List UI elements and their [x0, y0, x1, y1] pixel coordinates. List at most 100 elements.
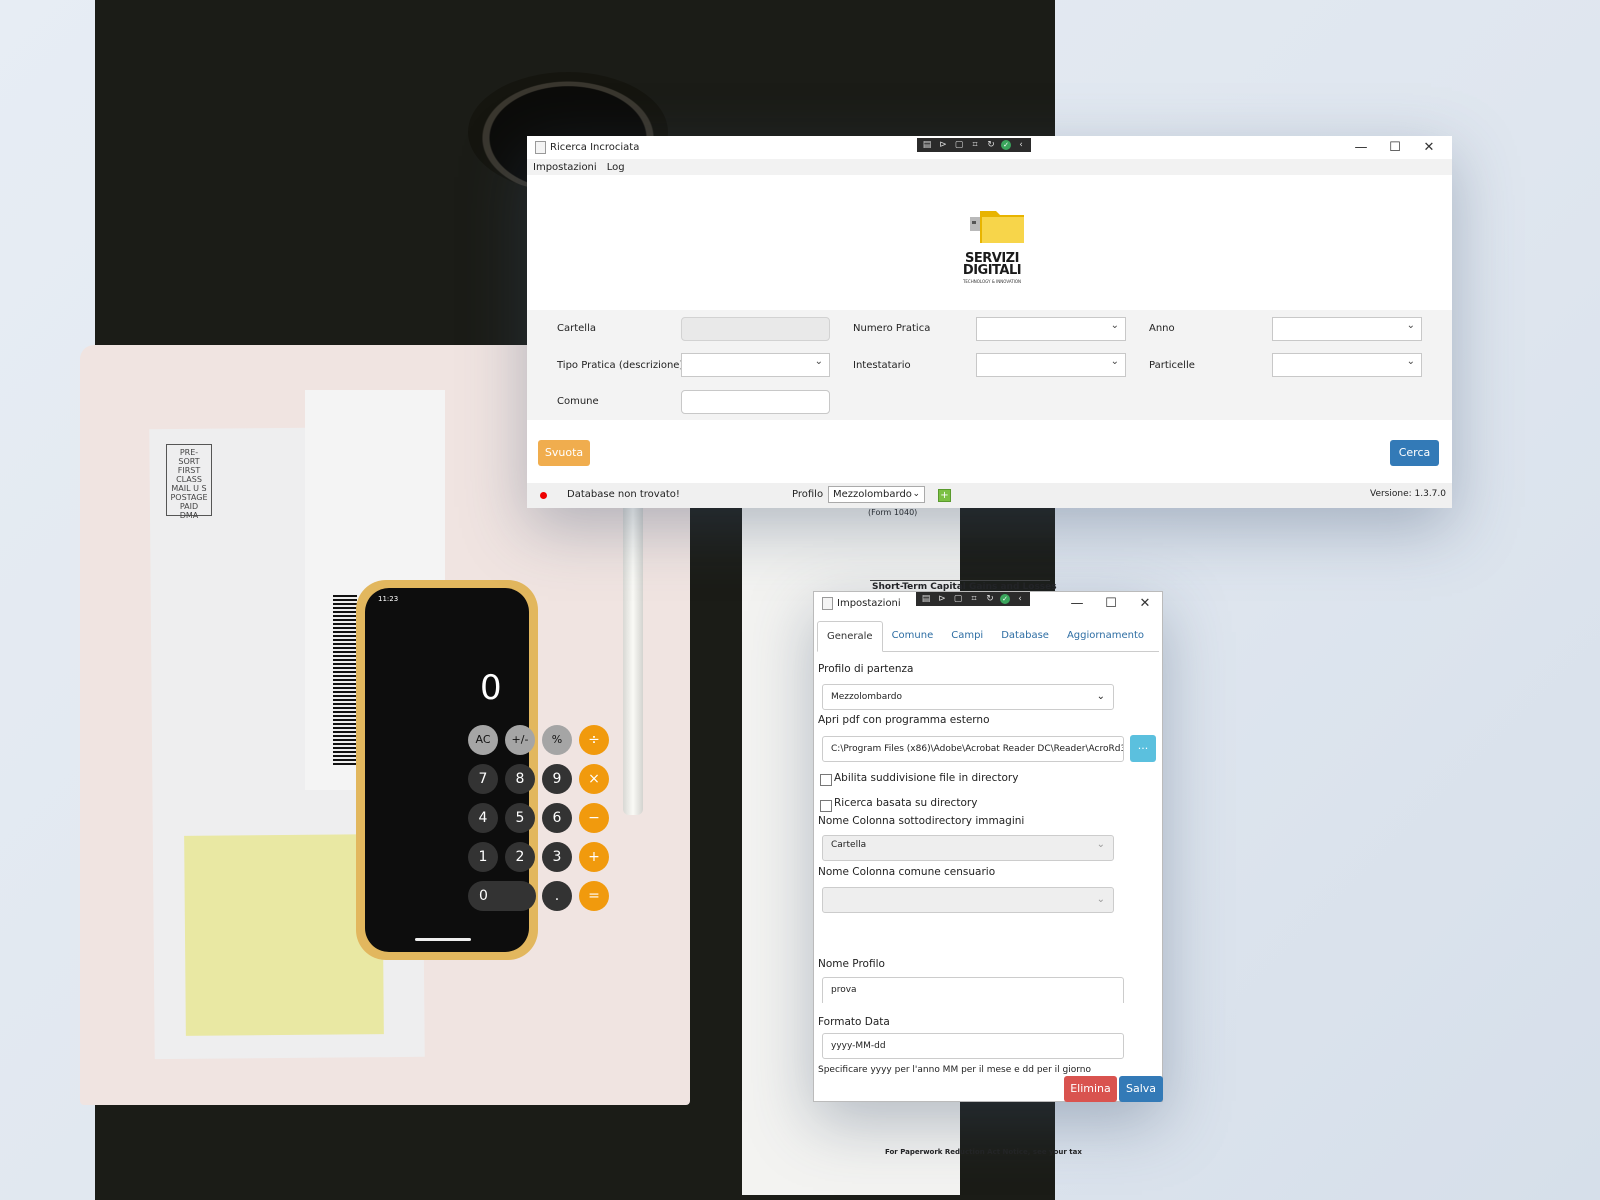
- checkbox-suddivisione[interactable]: [820, 774, 832, 786]
- tool-crop-icon[interactable]: ⌗: [968, 594, 980, 604]
- calculator-key: +: [579, 842, 609, 872]
- label-numero-pratica: Numero Pratica: [853, 323, 931, 334]
- label-cartella: Cartella: [557, 323, 596, 334]
- elimina-button[interactable]: Elimina: [1064, 1076, 1117, 1102]
- comune-input[interactable]: [681, 390, 830, 414]
- tab-comune[interactable]: Comune: [883, 621, 943, 651]
- formato-data-input[interactable]: yyyy-MM-dd: [822, 1033, 1124, 1059]
- search-form: Cartella Numero Pratica Anno Tipo Pratic…: [527, 310, 1452, 420]
- pdf-path-input[interactable]: C:\Program Files (x86)\Adobe\Acrobat Rea…: [822, 736, 1124, 762]
- chevron-down-icon: ⌄: [1096, 894, 1105, 905]
- overlay-toolbar: ▤ ⊳ ▢ ⌗ ↻ ✓ ‹: [917, 138, 1031, 152]
- label-comune-censuario: Nome Colonna comune censuario: [818, 866, 996, 878]
- calculator-key: .: [542, 881, 572, 911]
- calculator-key: ×: [579, 764, 609, 794]
- tool-check-icon[interactable]: ✓: [1000, 594, 1010, 604]
- menu-bar: Impostazioni Log: [527, 159, 1452, 175]
- close-button[interactable]: ✕: [1412, 136, 1446, 159]
- tool-collapse-icon[interactable]: ‹: [1015, 140, 1027, 150]
- settings-overlay-toolbar: ▤ ⊳ ▢ ⌗ ↻ ✓ ‹: [916, 592, 1030, 606]
- tool-pointer-icon[interactable]: ⊳: [937, 140, 949, 150]
- label-apri-pdf: Apri pdf con programma esterno: [818, 714, 990, 726]
- tool-collapse-icon[interactable]: ‹: [1014, 594, 1026, 604]
- calculator-key: ÷: [579, 725, 609, 755]
- chevron-down-icon: ⌄: [912, 489, 920, 499]
- label-formato-data: Formato Data: [818, 1016, 890, 1028]
- formato-data-hint: Specificare yyyy per l'anno MM per il me…: [818, 1065, 1091, 1075]
- tab-campi[interactable]: Campi: [942, 621, 992, 651]
- label-anno: Anno: [1149, 323, 1175, 334]
- status-message: Database non trovato!: [567, 489, 680, 500]
- nome-profilo-input[interactable]: prova: [822, 977, 1124, 1003]
- profilo-partenza-select[interactable]: Mezzolombardo ⌄: [822, 684, 1114, 710]
- tab-generale[interactable]: Generale: [817, 621, 883, 652]
- tool-frame-icon[interactable]: ▢: [953, 140, 965, 150]
- minimize-button[interactable]: —: [1344, 136, 1378, 159]
- menu-impostazioni[interactable]: Impostazioni: [533, 162, 597, 173]
- salva-button[interactable]: Salva: [1119, 1076, 1163, 1102]
- numero-pratica-combo[interactable]: [976, 317, 1126, 341]
- add-profile-button[interactable]: +: [938, 489, 951, 502]
- folder-logo-icon: [970, 211, 1024, 243]
- calculator-key: %: [542, 725, 572, 755]
- checkbox-ricerca-directory[interactable]: [820, 800, 832, 812]
- tool-settings-icon[interactable]: ▤: [921, 140, 933, 150]
- browse-button[interactable]: ...: [1130, 735, 1156, 762]
- title-bar: Ricerca Incrociata ▤ ⊳ ▢ ⌗ ↻ ✓ ‹ — ☐ ✕: [527, 136, 1452, 159]
- tool-pointer-icon[interactable]: ⊳: [936, 594, 948, 604]
- app-icon: [535, 141, 546, 154]
- calculator-key: −: [579, 803, 609, 833]
- settings-minimize-button[interactable]: —: [1060, 592, 1094, 615]
- action-area: Svuota Cerca: [527, 420, 1452, 483]
- tipo-pratica-combo[interactable]: [681, 353, 830, 377]
- calculator-key: 9: [542, 764, 572, 794]
- intestatario-combo[interactable]: [976, 353, 1126, 377]
- particelle-combo[interactable]: [1272, 353, 1422, 377]
- sticky-note: [184, 834, 384, 1036]
- tool-check-icon[interactable]: ✓: [1001, 140, 1011, 150]
- tool-frame-icon[interactable]: ▢: [952, 594, 964, 604]
- tab-database[interactable]: Database: [992, 621, 1058, 651]
- label-comune: Comune: [557, 396, 599, 407]
- calculator-key: 2: [505, 842, 535, 872]
- sottodirectory-select: Cartella ⌄: [822, 835, 1114, 861]
- tool-crop-icon[interactable]: ⌗: [969, 140, 981, 150]
- profilo-label: Profilo: [792, 489, 824, 500]
- svuota-button[interactable]: Svuota: [538, 440, 590, 466]
- logo-tagline: TECHNOLOGY & INNOVATION: [962, 279, 1022, 284]
- label-nome-profilo: Nome Profilo: [818, 958, 885, 970]
- anno-combo[interactable]: [1272, 317, 1422, 341]
- maximize-button[interactable]: ☐: [1378, 136, 1412, 159]
- tool-settings-icon[interactable]: ▤: [920, 594, 932, 604]
- main-window: Ricerca Incrociata ▤ ⊳ ▢ ⌗ ↻ ✓ ‹ — ☐ ✕ I…: [527, 136, 1452, 508]
- calculator-key: 6: [542, 803, 572, 833]
- label-tipo-pratica: Tipo Pratica (descrizione): [557, 360, 684, 371]
- settings-close-button[interactable]: ✕: [1128, 592, 1162, 615]
- calculator-display: 0: [480, 668, 502, 708]
- tool-refresh-icon[interactable]: ↻: [984, 594, 996, 604]
- logo-area: SERVIZI DIGITALI TECHNOLOGY & INNOVATION: [527, 175, 1452, 310]
- label-sottodirectory: Nome Colonna sottodirectory immagini: [818, 815, 1025, 827]
- settings-maximize-button[interactable]: ☐: [1094, 592, 1128, 615]
- settings-tabs: Generale Comune Campi Database Aggiornam…: [817, 621, 1159, 652]
- cartella-field: [681, 317, 830, 341]
- cerca-button[interactable]: Cerca: [1390, 440, 1439, 466]
- label-intestatario: Intestatario: [853, 360, 911, 371]
- version-label: Versione: 1.3.7.0: [1369, 489, 1446, 499]
- comune-censuario-select: ⌄: [822, 887, 1114, 913]
- label-particelle: Particelle: [1149, 360, 1195, 371]
- tax-form-label: (Form 1040): [868, 508, 918, 517]
- tax-form-footer: For Paperwork Reduction Act Notice, see …: [885, 1148, 1082, 1156]
- menu-log[interactable]: Log: [607, 162, 625, 173]
- chevron-down-icon: ⌄: [1096, 691, 1105, 702]
- tool-refresh-icon[interactable]: ↻: [985, 140, 997, 150]
- tax-form-rule: [870, 580, 1050, 581]
- phone-time: 11:23: [378, 595, 399, 603]
- tab-aggiornamento[interactable]: Aggiornamento: [1058, 621, 1153, 651]
- label-suddivisione: Abilita suddivisione file in directory: [834, 772, 1019, 784]
- profilo-select[interactable]: Mezzolombardo ⌄: [828, 486, 925, 503]
- label-ricerca-directory: Ricerca basata su directory: [834, 797, 978, 809]
- barcode: [333, 595, 357, 765]
- calculator-key: =: [579, 881, 609, 911]
- settings-title-bar: Impostazioni ▤ ⊳ ▢ ⌗ ↻ ✓ ‹ — ☐ ✕: [814, 592, 1162, 614]
